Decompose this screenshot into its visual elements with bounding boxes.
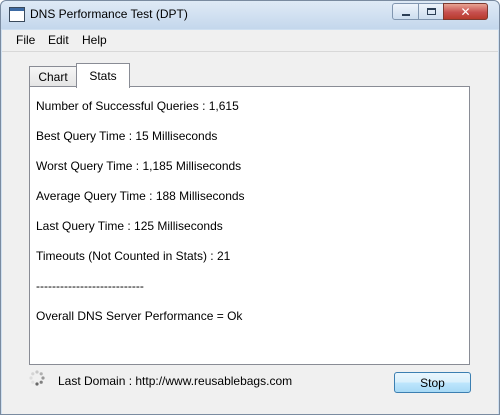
tab-chart[interactable]: Chart: [29, 66, 77, 87]
minimize-button[interactable]: [392, 3, 419, 20]
average-query-time-text: Average Query Time : 188 Milliseconds: [36, 189, 245, 203]
successful-queries-text: Number of Successful Queries : 1,615: [36, 99, 239, 113]
tab-stats[interactable]: Stats: [76, 63, 130, 88]
app-window-icon: [9, 7, 25, 22]
busy-spinner-icon: [29, 370, 45, 386]
last-query-time-text: Last Query Time : 125 Milliseconds: [36, 219, 223, 233]
menu-bar: File Edit Help: [2, 30, 498, 52]
close-icon: ✕: [460, 4, 471, 19]
menu-help[interactable]: Help: [82, 33, 107, 47]
menu-file[interactable]: File: [16, 33, 35, 47]
close-button[interactable]: ✕: [443, 3, 488, 20]
menu-edit[interactable]: Edit: [48, 33, 69, 47]
client-area: Chart Stats Number of Successful Queries…: [2, 52, 498, 414]
worst-query-time-text: Worst Query Time : 1,185 Milliseconds: [36, 159, 242, 173]
stop-button[interactable]: Stop: [394, 372, 471, 393]
title-bar[interactable]: DNS Performance Test (DPT) ✕: [1, 1, 499, 29]
maximize-icon: [426, 8, 436, 15]
last-domain-text: Last Domain : http://www.reusablebags.co…: [58, 374, 293, 388]
best-query-time-text: Best Query Time : 15 Milliseconds: [36, 129, 218, 143]
app-window: DNS Performance Test (DPT) ✕ File Edit H…: [0, 0, 500, 415]
maximize-button[interactable]: [418, 3, 444, 20]
minimize-icon: [401, 14, 410, 16]
overall-performance-text: Overall DNS Server Performance = Ok: [36, 309, 243, 323]
separator-text: ---------------------------: [36, 279, 144, 293]
timeouts-text: Timeouts (Not Counted in Stats) : 21: [36, 249, 231, 263]
window-title: DNS Performance Test (DPT): [30, 7, 188, 21]
stats-panel: Number of Successful Queries : 1,615 Bes…: [29, 86, 470, 365]
